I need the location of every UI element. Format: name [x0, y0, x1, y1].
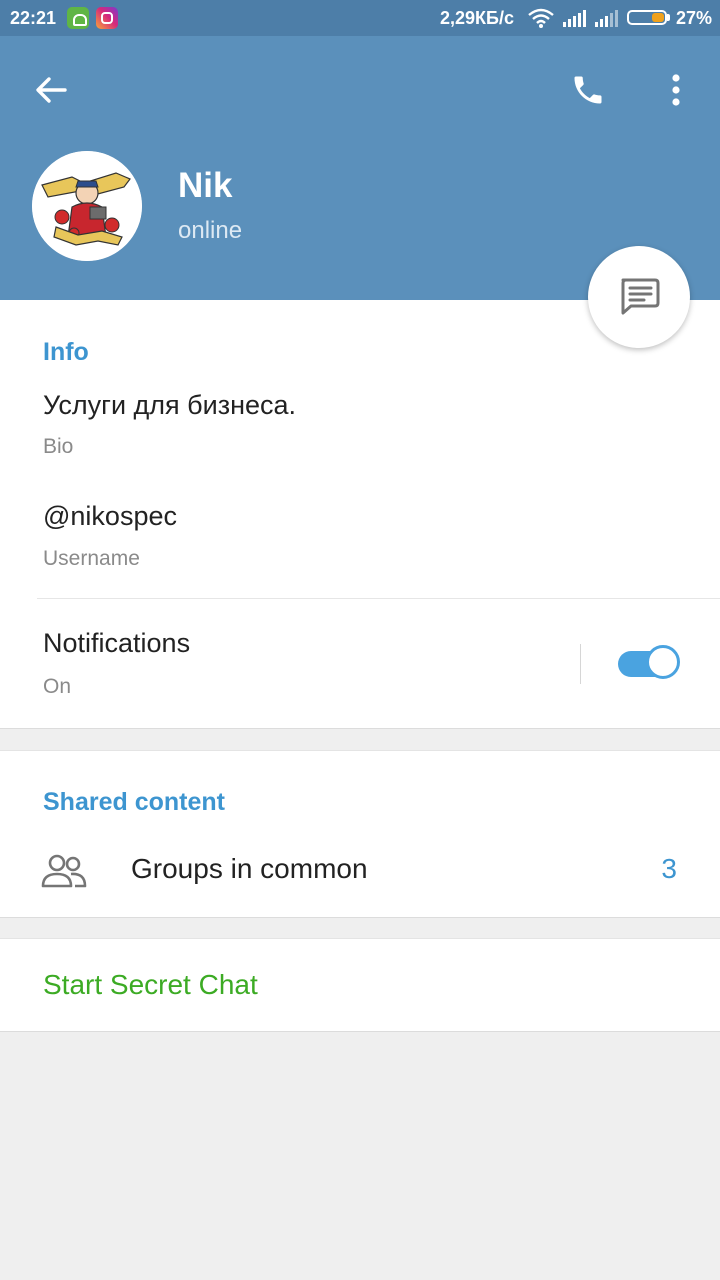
- shared-content-section: Shared content Groups in common 3: [0, 750, 720, 918]
- groups-in-common-count: 3: [661, 853, 677, 884]
- message-icon: [621, 278, 660, 315]
- avatar[interactable]: [32, 151, 142, 261]
- back-button[interactable]: [24, 66, 78, 114]
- groups-in-common-label: Groups in common: [131, 853, 368, 884]
- status-bar: 22:21 2,29КБ/с 27%: [0, 0, 720, 36]
- username-label: Username: [43, 547, 140, 570]
- info-title: Info: [43, 338, 89, 366]
- wifi-icon: [528, 8, 554, 33]
- groups-in-common-row[interactable]: Groups in common 3: [0, 831, 720, 911]
- more-options-button[interactable]: [652, 64, 700, 116]
- signal-icon: [562, 9, 586, 27]
- notifications-state: On: [43, 675, 72, 698]
- profile-status: online: [178, 217, 243, 244]
- battery-nub: [667, 14, 670, 21]
- signal-icon: [594, 9, 618, 27]
- instagram-icon: [96, 7, 118, 29]
- start-secret-chat-button[interactable]: Start Secret Chat: [43, 969, 258, 1001]
- notifications-toggle[interactable]: [618, 645, 682, 681]
- info-section: Info Услуги для бизнеса. Bio @nikospec U…: [0, 300, 720, 729]
- battery-percent: 27%: [676, 8, 713, 28]
- more-vert-icon: [672, 74, 680, 106]
- toggle-knob: [646, 645, 680, 679]
- username-value[interactable]: @nikospec: [43, 501, 177, 532]
- send-message-button[interactable]: [588, 246, 690, 348]
- status-time: 22:21: [10, 8, 57, 28]
- people-icon: [41, 854, 87, 888]
- info-divider: [37, 598, 720, 599]
- notifications-separator: [580, 644, 581, 684]
- secret-chat-section: Start Secret Chat: [0, 938, 720, 1032]
- shared-content-title: Shared content: [43, 788, 225, 816]
- android-app-icon: [67, 7, 89, 29]
- notifications-title[interactable]: Notifications: [43, 628, 190, 659]
- battery-icon: [627, 10, 667, 25]
- profile-name: Nik: [178, 166, 233, 205]
- back-arrow-icon: [36, 77, 67, 103]
- network-speed: 2,29КБ/с: [440, 8, 514, 28]
- call-button[interactable]: [564, 64, 612, 116]
- bio-label: Bio: [43, 435, 74, 458]
- phone-icon: [574, 76, 602, 104]
- bio-value[interactable]: Услуги для бизнеса.: [43, 390, 296, 421]
